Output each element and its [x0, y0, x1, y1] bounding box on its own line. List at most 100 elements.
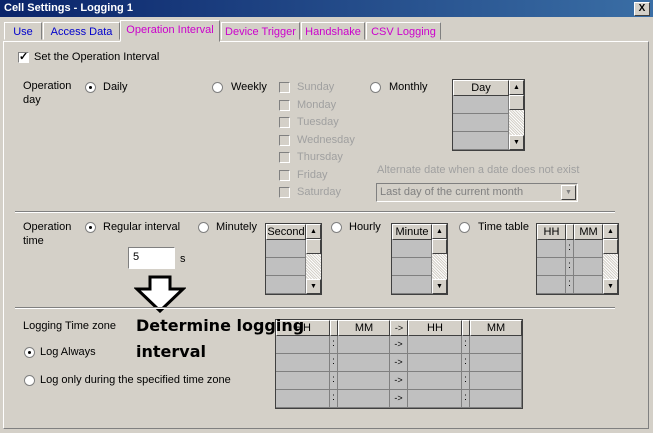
tz-arrow-cell: ->: [390, 390, 408, 408]
weekly-radio[interactable]: [212, 82, 223, 93]
log-specified-radio[interactable]: [24, 375, 35, 386]
thursday-checkbox[interactable]: [279, 152, 290, 163]
scroll-up-icon[interactable]: ▲: [509, 80, 524, 95]
regular-interval-radio[interactable]: [85, 222, 96, 233]
chevron-down-icon[interactable]: ▼: [561, 185, 576, 200]
close-button[interactable]: X: [634, 2, 650, 16]
tab-access-data[interactable]: Access Data: [43, 22, 120, 40]
scroll-up-icon[interactable]: ▲: [306, 224, 321, 239]
tz-mm-cell[interactable]: [338, 336, 390, 354]
tz-colon-cell: :: [330, 354, 338, 372]
day-grid-cell[interactable]: [453, 114, 509, 132]
minute-grid-cell[interactable]: [392, 258, 432, 276]
tz-mm2-header: MM: [470, 320, 522, 336]
tab-label: Operation Interval: [126, 24, 214, 36]
hh-cell[interactable]: [537, 276, 566, 294]
tab-csv-logging[interactable]: CSV Logging: [366, 22, 441, 40]
hourly-label: Hourly: [349, 221, 381, 233]
scroll-thumb[interactable]: [432, 239, 447, 254]
scroll-up-icon[interactable]: ▲: [432, 224, 447, 239]
minute-grid-cell[interactable]: [392, 240, 432, 258]
saturday-checkbox[interactable]: [279, 187, 290, 198]
second-grid-cell[interactable]: [266, 258, 306, 276]
tab-operation-interval[interactable]: Operation Interval: [120, 20, 220, 42]
thursday-label: Thursday: [297, 151, 343, 163]
tab-label: Access Data: [50, 26, 113, 38]
minute-grid-cell[interactable]: [392, 276, 432, 294]
day-grid[interactable]: Day ▲ ▼: [452, 79, 525, 151]
day-grid-cell[interactable]: [453, 132, 509, 150]
second-grid[interactable]: Second ▲ ▼: [265, 223, 322, 295]
set-interval-label: Set the Operation Interval: [34, 51, 160, 63]
scroll-thumb[interactable]: [603, 239, 618, 254]
tz-hh2-cell[interactable]: [408, 336, 462, 354]
tz-colon2-cell: :: [462, 354, 470, 372]
scroll-thumb[interactable]: [509, 95, 524, 110]
tab-label: Handshake: [305, 26, 361, 38]
minute-grid[interactable]: Minute ▲ ▼: [391, 223, 448, 295]
mm-cell[interactable]: [574, 276, 603, 294]
friday-checkbox[interactable]: [279, 170, 290, 181]
set-interval-checkbox[interactable]: ✓: [18, 51, 29, 63]
scroll-down-icon[interactable]: ▼: [603, 279, 618, 294]
tz-mm-cell[interactable]: [338, 354, 390, 372]
tz-colon2-header: [462, 320, 470, 336]
scroll-down-icon[interactable]: ▼: [509, 135, 524, 150]
tz-colon2-cell: :: [462, 390, 470, 408]
hh-cell[interactable]: [537, 258, 566, 276]
second-grid-cell[interactable]: [266, 240, 306, 258]
alternate-date-select[interactable]: Last day of the current month ▼: [376, 183, 578, 202]
operation-day-label-2: day: [23, 94, 41, 106]
sunday-checkbox[interactable]: [279, 82, 290, 93]
wednesday-checkbox[interactable]: [279, 135, 290, 146]
hourly-radio[interactable]: [331, 222, 342, 233]
colon-cell: :: [566, 240, 574, 258]
tz-colon-header: [330, 320, 338, 336]
sunday-label: Sunday: [297, 81, 335, 93]
tz-mm2-cell[interactable]: [470, 354, 522, 372]
tab-handshake[interactable]: Handshake: [301, 22, 365, 40]
time-table-radio[interactable]: [459, 222, 470, 233]
tz-colon-cell: :: [330, 390, 338, 408]
tz-mm-cell[interactable]: [338, 390, 390, 408]
tz-mm2-cell[interactable]: [470, 390, 522, 408]
tz-mm-cell[interactable]: [338, 372, 390, 390]
scroll-thumb[interactable]: [306, 239, 321, 254]
day-grid-scrollbar[interactable]: ▲ ▼: [509, 80, 524, 150]
tz-hh-cell[interactable]: [276, 354, 330, 372]
interval-input[interactable]: 5: [128, 247, 175, 269]
tz-hh-cell[interactable]: [276, 336, 330, 354]
tab-use[interactable]: Use: [4, 22, 42, 40]
colon-cell: :: [566, 276, 574, 294]
second-grid-cell[interactable]: [266, 276, 306, 294]
radio-dot-icon: [89, 226, 92, 229]
time-table-scrollbar[interactable]: ▲ ▼: [603, 224, 618, 294]
minute-grid-scrollbar[interactable]: ▲ ▼: [432, 224, 447, 294]
minutely-radio[interactable]: [198, 222, 209, 233]
daily-radio[interactable]: [85, 82, 96, 93]
hh-cell[interactable]: [537, 240, 566, 258]
scroll-down-icon[interactable]: ▼: [432, 279, 447, 294]
day-grid-cell[interactable]: [453, 96, 509, 114]
scroll-down-icon[interactable]: ▼: [306, 279, 321, 294]
tuesday-checkbox[interactable]: [279, 117, 290, 128]
mm-cell[interactable]: [574, 240, 603, 258]
log-always-radio[interactable]: [24, 347, 35, 358]
mm-cell[interactable]: [574, 258, 603, 276]
tz-hh2-cell[interactable]: [408, 372, 462, 390]
monthly-radio[interactable]: [370, 82, 381, 93]
tz-hh2-cell[interactable]: [408, 390, 462, 408]
tab-device-trigger[interactable]: Device Trigger: [221, 22, 300, 40]
second-grid-scrollbar[interactable]: ▲ ▼: [306, 224, 321, 294]
logging-time-zone-label: Logging Time zone: [23, 320, 116, 332]
log-always-label: Log Always: [40, 346, 96, 358]
time-table-grid[interactable]: HH MM : : : ▲ ▼: [536, 223, 619, 295]
time-zone-grid[interactable]: HH MM -> HH MM : ->:: ->:: ->:: ->:: [275, 319, 523, 409]
tz-hh-cell[interactable]: [276, 390, 330, 408]
tz-hh-cell[interactable]: [276, 372, 330, 390]
tz-hh2-cell[interactable]: [408, 354, 462, 372]
tz-mm2-cell[interactable]: [470, 336, 522, 354]
monday-checkbox[interactable]: [279, 100, 290, 111]
tz-mm2-cell[interactable]: [470, 372, 522, 390]
scroll-up-icon[interactable]: ▲: [603, 224, 618, 239]
